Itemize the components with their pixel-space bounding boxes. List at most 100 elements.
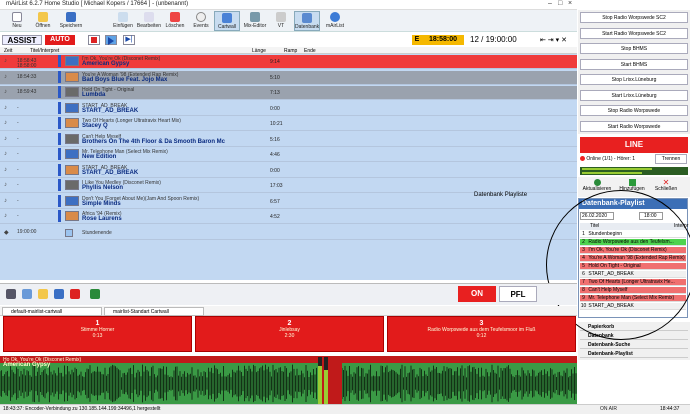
row-artist: START_AD_BREAK xyxy=(82,107,139,114)
cover-art xyxy=(65,71,79,82)
row-state-icon: ♪ xyxy=(4,89,7,95)
tools-icon[interactable] xyxy=(90,289,100,299)
assist-button[interactable]: ASSIST xyxy=(2,35,42,45)
row-type-stripe xyxy=(58,117,61,129)
cart-player[interactable]: 3 Radio Worpswede aus dem Teufelsmoor im … xyxy=(387,316,576,352)
row-time: - xyxy=(17,197,19,204)
close-db-button[interactable]: ✕ Schließen xyxy=(650,178,682,193)
cover-art xyxy=(65,195,79,206)
mairlist-button[interactable]: mAirList xyxy=(322,11,348,31)
database-button[interactable]: Datenbank xyxy=(294,11,320,31)
clock-icon xyxy=(196,12,206,22)
stop-button[interactable] xyxy=(88,35,100,45)
row-type-stripe xyxy=(58,163,61,176)
insert-button[interactable]: Einfügen xyxy=(110,11,136,31)
cover-art xyxy=(65,149,79,159)
encoder-button[interactable]: Start Radio Worpswede SC2 xyxy=(580,27,688,39)
row-time: 18:54:33 xyxy=(17,73,37,80)
row-artist: Stacey Q xyxy=(82,123,108,129)
line-button[interactable]: LINE xyxy=(580,137,688,153)
row-type-stripe xyxy=(58,101,61,114)
encoder-button[interactable]: Start Lrixx.Lüneburg xyxy=(580,89,688,101)
events-button[interactable]: Events xyxy=(188,11,214,31)
auto-button[interactable]: AUTO xyxy=(45,35,75,45)
playlist-row[interactable]: ♪ 18:58:43 I'm Ok, You're Ok (Disconet Rem… xyxy=(0,55,577,69)
cart-player[interactable]: 1 Stimme Horner 0:13 xyxy=(3,316,192,352)
encoder-button[interactable]: Start Radio Worpswede xyxy=(580,120,688,132)
minimize-icon[interactable]: – xyxy=(548,0,552,7)
encoder-button[interactable]: Stop BHMS xyxy=(580,43,688,54)
row-time: - xyxy=(17,166,19,173)
row-duration: 4:46 xyxy=(270,152,280,158)
cartwall-icon xyxy=(222,13,232,23)
playlist-row[interactable]: ♪ 18:54:33 You're A Woman '98 (Extended Ra… xyxy=(0,70,577,85)
playlist-row[interactable]: ♪ - I Like You Medley (Disconet Remix) Phyl… xyxy=(0,179,577,193)
playlist-row[interactable]: ♪ - START_AD_BREAK START_AD_BREAK 0:00 xyxy=(0,163,577,178)
nav-icons[interactable]: ⇤ ⇥ ▾ ✕ xyxy=(540,36,567,44)
playlist-row[interactable]: ◆ 19:00:00 Stundenende xyxy=(0,225,577,240)
waveform-next[interactable] xyxy=(342,363,577,404)
row-time: 19:00:00 xyxy=(17,228,37,235)
waveform-main[interactable] xyxy=(0,363,318,404)
save-icon xyxy=(66,12,76,22)
cart-player[interactable]: 2 Jinlebsay 2:30 xyxy=(195,316,384,352)
row-duration: 6:57 xyxy=(270,198,280,205)
encoder-button[interactable]: Stop Radio Worpswede xyxy=(580,105,688,116)
row-duration: 0:00 xyxy=(270,105,280,112)
db-tab[interactable]: Datenbank-Suche xyxy=(580,341,688,349)
skip-icon: ▶| xyxy=(125,36,133,43)
save-button[interactable]: Speichern xyxy=(58,11,84,31)
row-artist: Phyllis Nelson xyxy=(82,185,124,191)
new-playlist-icon[interactable] xyxy=(22,289,32,299)
row-state-icon: ♪ xyxy=(4,104,7,111)
maximize-icon[interactable]: □ xyxy=(558,0,562,7)
disconnect-button[interactable]: Trennen xyxy=(655,154,687,164)
level-meter xyxy=(580,167,688,175)
new-file-icon xyxy=(12,12,22,22)
cover-art xyxy=(65,87,79,97)
playlist-row[interactable]: ♪ - Can't Help Myself Brothers On The 4th F… xyxy=(0,132,577,147)
player-track-title: American Gypsy xyxy=(3,362,51,368)
open-button[interactable]: Öffnen xyxy=(30,11,56,31)
cover-art xyxy=(65,56,79,66)
pfl-button[interactable]: PFL xyxy=(499,286,537,302)
new-button[interactable]: Neu xyxy=(4,11,30,31)
db-tab[interactable]: Datenbank-Playlist xyxy=(580,350,688,358)
mix-editor-button[interactable]: Mix-Editor xyxy=(242,11,268,31)
playlist-row[interactable]: ♪ - START_AD_BREAK START_AD_BREAK 0:00 xyxy=(0,101,577,116)
close-icon[interactable]: × xyxy=(568,0,572,7)
row-artist: Bad Boys Blue Feat. Jojo Max xyxy=(82,76,168,83)
row-artist: Lumbda xyxy=(82,92,106,98)
annotation-label: Datenbank Playliste xyxy=(474,192,528,198)
encoder-button[interactable]: Stop Lrixx.Lüneburg xyxy=(580,74,688,85)
on-button[interactable]: ON xyxy=(458,286,496,302)
next-button[interactable]: ▶| xyxy=(123,35,135,45)
save-playlist-icon[interactable] xyxy=(54,289,64,299)
cover-art xyxy=(65,118,79,128)
tab-standart-cartwall[interactable]: mairlist-Standart Cartwall xyxy=(104,307,204,316)
row-duration: 5:10 xyxy=(270,74,280,81)
row-type-stripe xyxy=(58,86,61,98)
encoder-button[interactable]: Start BHMS xyxy=(580,58,688,70)
playlist-row[interactable]: ♪ - Africa '94 (Remix) Rose Laurens 4:52 xyxy=(0,210,577,224)
window-title: mAirList 6.2.7 Home Studio [ Michael Kop… xyxy=(6,1,189,7)
close-icon: ✕ xyxy=(662,178,670,187)
status-bar: 18:43:37: Encoder-Verbindung zu 130.185.… xyxy=(0,404,690,414)
delete-button[interactable]: Löschen xyxy=(162,11,188,31)
row-state-icon: ♪ xyxy=(4,182,7,188)
menu-icon[interactable] xyxy=(6,289,16,299)
playlist-row[interactable]: ♪ - Mr. Telephone Man (Select Mix Remix) Ne… xyxy=(0,148,577,162)
playlist-row[interactable]: ♪ - Two Of Hearts (Longer Ultratravix Hear… xyxy=(0,117,577,131)
play-button[interactable] xyxy=(105,35,117,45)
row-artist: START_AD_BREAK xyxy=(82,169,139,176)
delete-playlist-icon[interactable] xyxy=(70,289,80,299)
cartwall-button[interactable]: Cartwall xyxy=(214,11,240,31)
edit-button[interactable]: Bearbeiten xyxy=(136,11,162,31)
row-duration: 9:14 xyxy=(270,59,280,65)
vt-button[interactable]: VT xyxy=(268,11,294,31)
encoder-button[interactable]: Stop Radio Worpswede SC2 xyxy=(580,12,688,23)
playlist-row[interactable]: ♪ 18:59:43 Hold On Tight - Original Lumbda 7… xyxy=(0,86,577,100)
open-playlist-icon[interactable] xyxy=(38,289,48,299)
tab-default-cartwall[interactable]: default-mairlist-cartwall xyxy=(2,307,102,316)
refresh-icon xyxy=(593,179,601,186)
